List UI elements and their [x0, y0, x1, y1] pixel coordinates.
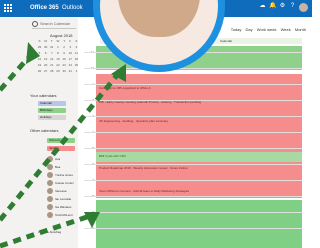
calendar-item-other-1[interactable]: Ahmed Ladha: [47, 138, 75, 143]
hour-gridline: [84, 148, 302, 149]
brand-label: Office 365: [30, 5, 59, 11]
mini-calendar-day[interactable]: 28: [49, 68, 54, 74]
avatar: [47, 203, 53, 210]
person-name: Todd McLenz: [55, 212, 73, 217]
calendar-item-calendar[interactable]: Calendar: [38, 101, 66, 106]
calendar-item-other-2[interactable]: Jamhat: [47, 146, 75, 151]
sidebar-footer: Weights Alowfrag: [38, 230, 62, 234]
avatar: [47, 187, 53, 194]
search-input[interactable]: Search Calendar: [32, 20, 76, 29]
search-icon: [32, 20, 38, 27]
person-name: Yucina Jones: [55, 172, 73, 177]
event-title[interactable]: Campaign to 365 organized to Office A: [99, 86, 150, 90]
hour-gridline: [84, 100, 302, 101]
avatar: [47, 163, 53, 170]
hour-gridline: [84, 68, 302, 69]
calendar-item-birthdays[interactable]: Birthdays: [38, 108, 66, 113]
hour-gridline: [84, 196, 302, 197]
other-calendars-heading[interactable]: Other calendars: [30, 128, 58, 133]
mini-calendar-day[interactable]: 31: [68, 68, 73, 74]
view-switcher: Today Day Work week Week Month: [228, 27, 306, 32]
help-icon[interactable]: ?: [289, 3, 296, 10]
mini-calendar-day[interactable]: 26: [37, 68, 42, 74]
person-name: Ian Leucalie: [55, 196, 72, 201]
view-month[interactable]: Month: [295, 27, 306, 32]
hour-gridline: [84, 228, 302, 229]
view-day[interactable]: Day: [246, 27, 253, 32]
hour-gridline: [84, 180, 302, 181]
person-row[interactable]: Vanessa: [47, 187, 66, 194]
event-title[interactable]: BMI Cycle with CDC: [99, 154, 126, 158]
hour-gridline: [84, 164, 302, 165]
mini-calendar-day[interactable]: 27: [43, 68, 48, 74]
day-header-label-2: Calendar: [220, 39, 233, 43]
search-placeholder: Search Calendar: [40, 21, 71, 26]
person-name: Cassie Cortez: [55, 180, 74, 185]
mini-calendar[interactable]: S M T W T F S 29 30 31 1 2 3 4 5 6 7 8 9 10 11 12 13 14 15 16 17 18…: [37, 38, 79, 74]
hour-gridline: [84, 212, 302, 213]
account-avatar[interactable]: [299, 3, 308, 12]
event-block-green-mid[interactable]: [96, 152, 302, 162]
skype-icon[interactable]: ☁: [259, 3, 266, 10]
person-row[interactable]: Bea: [47, 163, 60, 170]
event-title[interactable]: Product Roadmap 2018 · Weekly discussion…: [99, 166, 187, 170]
app-launcher-icon[interactable]: [4, 4, 13, 13]
person-row[interactable]: Yucina Jones: [47, 171, 73, 178]
event-block-green-bottom[interactable]: [96, 200, 302, 248]
person-name: Vanessa: [55, 188, 67, 193]
event-title[interactable]: OF Engineering - Auditing · Quarterly pl…: [99, 119, 168, 123]
event-title[interactable]: Team Offshore Connect · Add all team to …: [99, 189, 189, 193]
person-name: Isa Wanlaos: [55, 204, 72, 209]
mini-calendar-day[interactable]: 30: [62, 68, 67, 74]
person-row[interactable]: Ian Leucalie: [47, 195, 71, 202]
view-week[interactable]: Week: [281, 27, 291, 32]
your-calendars-heading[interactable]: Your calendars: [30, 93, 57, 98]
view-work-week[interactable]: Work week: [257, 27, 277, 32]
person-row[interactable]: Isa Wanlaos: [47, 203, 71, 210]
person-row[interactable]: Todd McLenz: [47, 211, 73, 218]
calendar-item-holidays[interactable]: Holidays: [38, 115, 66, 120]
person-row[interactable]: Ava: [47, 155, 60, 162]
person-name: Bea: [55, 164, 61, 169]
app-label: Outlook: [62, 5, 83, 11]
notifications-icon[interactable]: 🔔: [269, 3, 276, 10]
avatar: [47, 155, 53, 162]
mini-calendar-day[interactable]: 29: [55, 68, 60, 74]
settings-icon[interactable]: ⚙: [279, 3, 286, 10]
person-name: Ava: [55, 156, 61, 161]
avatar: [47, 195, 53, 202]
avatar: [47, 211, 53, 218]
avatar: [47, 171, 53, 178]
person-row[interactable]: Cassie Cortez: [47, 179, 74, 186]
presenter-face: [118, 0, 200, 37]
hour-gridline: [84, 116, 302, 117]
hour-gridline: [84, 132, 302, 133]
top-right-icons: ☁ 🔔 ⚙ ?: [259, 3, 308, 12]
avatar: [47, 179, 53, 186]
view-today[interactable]: Today: [231, 27, 242, 32]
hour-gridline: [84, 84, 302, 85]
mini-calendar-row: 26 27 28 29 30 31 1: [37, 68, 79, 74]
